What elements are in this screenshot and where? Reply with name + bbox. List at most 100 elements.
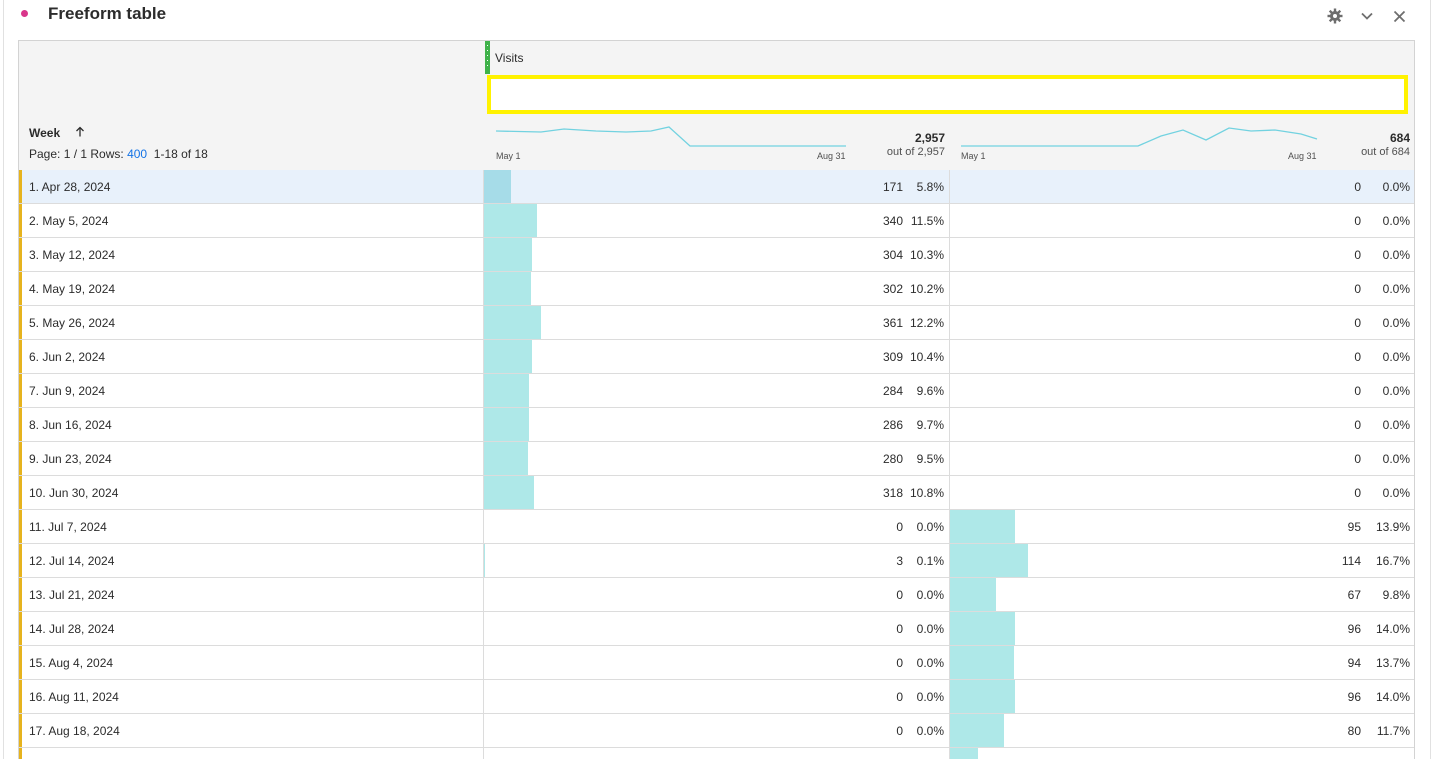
chevron-down-icon[interactable] (1358, 7, 1376, 25)
metric-bar (484, 476, 534, 509)
metric-value: 0 (1354, 486, 1361, 500)
row-marker (19, 748, 22, 759)
table-row[interactable]: 2. May 5, 2024 340 11.5% 0 0.0% (19, 204, 1414, 238)
metric-percent: 0.0% (1382, 248, 1410, 262)
row-marker (19, 612, 22, 645)
column-divider (949, 476, 950, 509)
row-label: 9. Jun 23, 2024 (29, 452, 112, 466)
metric-value: 96 (1347, 622, 1361, 636)
metric-value: 286 (882, 418, 903, 432)
metric-bar (950, 544, 1028, 577)
metric-percent: 13.9% (1375, 520, 1410, 534)
metric-bar (484, 170, 511, 203)
metric-bar (484, 544, 485, 577)
metric-percent: 0.0% (1382, 316, 1410, 330)
range-label: 1-18 of 18 (153, 147, 208, 161)
table-row[interactable]: 4. May 19, 2024 302 10.2% 0 0.0% (19, 272, 1414, 306)
row-label: 12. Jul 14, 2024 (29, 554, 115, 568)
metric-percent: 13.7% (1375, 656, 1410, 670)
metric-header-visits[interactable]: Visits (495, 51, 523, 65)
row-label: 7. Jun 9, 2024 (29, 384, 106, 398)
table-row[interactable]: 16. Aug 11, 2024 0 0.0% 96 14.0% (19, 680, 1414, 714)
table-row[interactable]: 17. Aug 18, 2024 0 0.0% 80 11.7% (19, 714, 1414, 748)
metric-value: 171 (882, 180, 903, 194)
row-label: 2. May 5, 2024 (29, 214, 109, 228)
metric-percent: 0.0% (916, 622, 944, 636)
table-row[interactable]: 8. Jun 16, 2024 286 9.7% 0 0.0% (19, 408, 1414, 442)
table-row[interactable]: 10. Jun 30, 2024 318 10.8% 0 0.0% (19, 476, 1414, 510)
close-icon[interactable] (1390, 7, 1408, 25)
metric-percent: 9.5% (916, 452, 944, 466)
metric-value: 3 (896, 554, 903, 568)
metric-value: 309 (882, 350, 903, 364)
column-divider (949, 272, 950, 305)
row-label: 14. Jul 28, 2024 (29, 622, 115, 636)
row-label: 1. Apr 28, 2024 (29, 180, 111, 194)
metric-percent: 0.0% (1382, 418, 1410, 432)
metric-percent: 0.0% (916, 588, 944, 602)
segment-drop-zone[interactable] (487, 75, 1408, 114)
column-total-sub: out of 2,957 (886, 146, 945, 158)
metric-bar (950, 612, 1015, 645)
sparkline-start-label: May 1 (496, 151, 521, 161)
metric-bar (950, 680, 1015, 713)
table-row[interactable]: 5. May 26, 2024 361 12.2% 0 0.0% (19, 306, 1414, 340)
dimension-header[interactable]: Week (29, 126, 60, 140)
row-label: 8. Jun 16, 2024 (29, 418, 112, 432)
metric-percent: 0.0% (1382, 384, 1410, 398)
metric-value: 280 (882, 452, 903, 466)
table-row[interactable]: 1. Apr 28, 2024 171 5.8% 0 0.0% (19, 170, 1414, 204)
row-marker (19, 238, 22, 271)
column-drag-handle[interactable] (485, 41, 490, 74)
metric-value: 318 (882, 486, 903, 500)
row-marker (19, 714, 22, 747)
table-row[interactable]: 14. Jul 28, 2024 0 0.0% 96 14.0% (19, 612, 1414, 646)
metric-value: 0 (896, 690, 903, 704)
column-divider (483, 714, 484, 747)
sort-ascending-icon[interactable] (75, 126, 85, 140)
metric-value: 0 (1354, 350, 1361, 364)
table-row[interactable]: 12. Jul 14, 2024 3 0.1% 114 16.7% (19, 544, 1414, 578)
row-marker (19, 272, 22, 305)
row-marker (19, 680, 22, 713)
metric-value: 80 (1347, 724, 1361, 738)
sparkline-visits-col2 (961, 127, 1318, 147)
metric-value: 0 (1354, 316, 1361, 330)
table-row[interactable]: 15. Aug 4, 2024 0 0.0% 94 13.7% (19, 646, 1414, 680)
metric-value: 0 (896, 724, 903, 738)
table-row[interactable] (19, 748, 1414, 759)
column-divider (949, 238, 950, 271)
metric-percent: 0.0% (916, 656, 944, 670)
table-header: Visits (19, 41, 1414, 120)
row-label: 15. Aug 4, 2024 (29, 656, 114, 670)
row-marker (19, 510, 22, 543)
metric-value: 0 (1354, 418, 1361, 432)
table-row[interactable]: 11. Jul 7, 2024 0 0.0% 95 13.9% (19, 510, 1414, 544)
table-row[interactable]: 13. Jul 21, 2024 0 0.0% 67 9.8% (19, 578, 1414, 612)
metric-value: 67 (1347, 588, 1361, 602)
row-marker (19, 306, 22, 339)
gear-icon[interactable] (1326, 7, 1344, 25)
metric-value: 0 (1354, 248, 1361, 262)
column-divider (949, 408, 950, 441)
sparkline-end-label: Aug 31 (817, 151, 846, 161)
table-row[interactable]: 6. Jun 2, 2024 309 10.4% 0 0.0% (19, 340, 1414, 374)
metric-value: 114 (1341, 554, 1361, 568)
column-divider (483, 578, 484, 611)
sparkline-visits-col1 (496, 126, 846, 147)
table-row[interactable]: 9. Jun 23, 2024 280 9.5% 0 0.0% (19, 442, 1414, 476)
metric-value: 0 (1354, 384, 1361, 398)
column-divider (949, 204, 950, 237)
column-total: 684 (1389, 131, 1410, 145)
row-marker (19, 340, 22, 373)
row-marker (19, 544, 22, 577)
freeform-table: Visits Week Page: 1 / 1 Rows: 400 1-18 o… (18, 40, 1415, 759)
metric-value: 0 (1354, 282, 1361, 296)
metric-percent: 0.0% (1382, 350, 1410, 364)
metric-value: 0 (1354, 452, 1361, 466)
metric-percent: 10.8% (909, 486, 944, 500)
rows-per-page-select[interactable]: 400 (127, 147, 147, 161)
metric-percent: 9.8% (1382, 588, 1410, 602)
table-row[interactable]: 7. Jun 9, 2024 284 9.6% 0 0.0% (19, 374, 1414, 408)
table-row[interactable]: 3. May 12, 2024 304 10.3% 0 0.0% (19, 238, 1414, 272)
